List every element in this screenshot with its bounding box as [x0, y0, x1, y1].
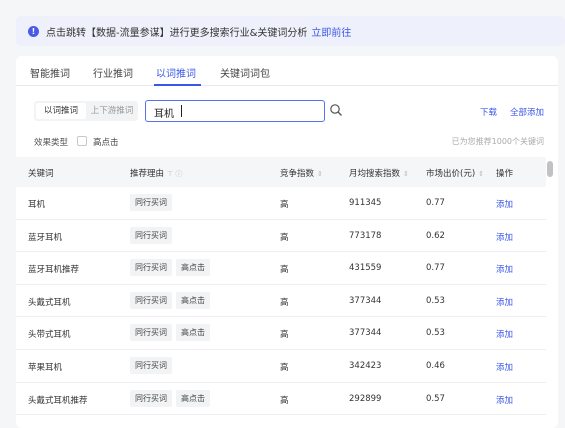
- mode-upstream-option[interactable]: 上下游推词: [88, 103, 136, 119]
- reason-tag: 同行买词: [130, 291, 172, 309]
- add-button[interactable]: 添加: [496, 394, 513, 406]
- col-search-index[interactable]: 月均搜索指数 ⇕: [349, 167, 409, 179]
- table-row: 蓝牙耳机 同行买词 高 773178 0.62 添加: [16, 220, 546, 253]
- high-click-checkbox[interactable]: [77, 136, 87, 146]
- reason-tag: 高点击: [176, 324, 210, 342]
- reason-tag: 同行买词: [130, 356, 172, 374]
- price-cell: 0.77: [426, 198, 445, 208]
- competition-cell: 高: [280, 232, 289, 243]
- price-cell: 0.46: [426, 360, 445, 371]
- price-cell: 0.57: [426, 393, 445, 404]
- mode-word-option[interactable]: 以词推词: [36, 103, 86, 119]
- table-row: 耳机 同行买词 高 911345 0.77 添加: [16, 187, 546, 220]
- info-icon: !: [28, 25, 39, 37]
- table-row: 头带式耳机 同行买词 高点击 高 377344 0.53 添加: [16, 317, 546, 350]
- table-row: 头戴式耳机推荐 同行买词 高点击 高 292899 0.57 添加: [16, 383, 546, 416]
- price-cell: 0.53: [426, 295, 445, 306]
- competition-cell: 高: [280, 265, 289, 276]
- search-index-cell: 377344: [349, 328, 382, 339]
- competition-cell: 高: [280, 395, 289, 406]
- add-button[interactable]: 添加: [496, 198, 513, 210]
- competition-cell: 高: [280, 362, 289, 373]
- reason-tag: 高点击: [176, 259, 210, 277]
- keyword-cell: 头戴式耳机推荐: [28, 395, 88, 406]
- competition-cell: 高: [280, 297, 289, 308]
- reason-tag: 高点击: [176, 291, 210, 309]
- notice-banner: ! 点击跳转【数据-流量参谋】进行更多搜索行业&关键词分析 立即前往: [16, 16, 565, 46]
- col-competition-label: 竞争指数: [280, 169, 315, 179]
- col-price-label: 市场出价(元): [426, 169, 476, 179]
- search-index-cell: 292899: [349, 393, 382, 404]
- col-search-index-label: 月均搜索指数: [349, 169, 401, 179]
- reason-tag: 同行买词: [130, 324, 172, 342]
- col-reason[interactable]: 推荐理由 ⊤ ⓘ: [130, 167, 182, 179]
- table-row: 头戴式耳机 同行买词 高点击 高 377344 0.53 添加: [16, 285, 546, 318]
- tab-industry-recommend[interactable]: 行业推词: [93, 65, 133, 80]
- price-cell: 0.77: [426, 263, 445, 274]
- download-button[interactable]: 下载: [480, 106, 497, 118]
- keyword-search-input[interactable]: 耳机: [145, 100, 325, 122]
- effect-type-label: 效果类型: [34, 138, 69, 148]
- add-button[interactable]: 添加: [496, 328, 513, 340]
- competition-cell: 高: [280, 200, 289, 210]
- high-click-label[interactable]: 高点击: [93, 136, 119, 148]
- tab-smart-recommend[interactable]: 智能推词: [30, 65, 70, 80]
- add-all-button[interactable]: 全部添加: [510, 106, 544, 118]
- search-icon[interactable]: [329, 103, 343, 117]
- tab-word-recommend[interactable]: 以词推词: [156, 65, 196, 80]
- notice-link[interactable]: 立即前往: [311, 24, 351, 39]
- tab-keyword-package[interactable]: 关键词词包: [220, 65, 270, 80]
- keyword-cell: 头戴式耳机: [28, 297, 71, 308]
- keyword-cell: 蓝牙耳机: [28, 232, 63, 243]
- active-tab-indicator: [154, 84, 201, 86]
- reason-tag: 同行买词: [130, 226, 172, 244]
- search-index-cell: 342423: [349, 360, 382, 371]
- col-price[interactable]: 市场出价(元) ⇕: [426, 167, 484, 179]
- recommend-count-note: 已为您推荐1000个关键词: [451, 137, 544, 146]
- add-button[interactable]: 添加: [496, 361, 513, 373]
- col-keyword: 关键词: [28, 169, 54, 179]
- competition-cell: 高: [280, 330, 289, 341]
- filter-icon[interactable]: ⊤ ⓘ: [167, 170, 182, 178]
- keyword-cell: 蓝牙耳机推荐: [28, 265, 80, 276]
- recommend-mode-switch: 以词推词 上下游推词: [34, 101, 138, 121]
- text-cursor: [181, 105, 182, 117]
- notice-text: 点击跳转【数据-流量参谋】进行更多搜索行业&关键词分析: [46, 27, 308, 39]
- sort-icon[interactable]: ⇕: [478, 170, 484, 178]
- col-competition[interactable]: 竞争指数 ⇕: [280, 167, 323, 179]
- reason-tag: 高点击: [176, 389, 210, 407]
- table-body: 耳机 同行买词高 911345 0.77 添加 蓝牙耳机 同行买词高 773178 0.62 添加…: [16, 187, 546, 416]
- table-row: 苹果耳机 同行买词 高 342423 0.46 添加: [16, 350, 546, 383]
- price-cell: 0.53: [426, 328, 445, 339]
- add-button[interactable]: 添加: [496, 263, 513, 275]
- reason-tag: 同行买词: [130, 259, 172, 277]
- add-button[interactable]: 添加: [496, 231, 513, 243]
- sort-icon[interactable]: ⇕: [317, 170, 323, 178]
- scrollbar-thumb[interactable]: [547, 161, 553, 177]
- search-index-cell: 377344: [349, 295, 382, 306]
- tab-bar: 智能推词 行业推词 以词推词 关键词词包: [16, 56, 558, 86]
- keyword-cell: 苹果耳机: [28, 362, 63, 373]
- keyword-cell: 耳机: [28, 200, 46, 210]
- search-index-cell: 773178: [349, 230, 382, 241]
- add-button[interactable]: 添加: [496, 296, 513, 308]
- keyword-cell: 头带式耳机: [28, 330, 71, 341]
- keyword-recommend-card: 智能推词 行业推词 以词推词 关键词词包 以词推词 上下游推词 耳机 下载 全部…: [16, 56, 558, 428]
- search-index-cell: 431559: [349, 263, 382, 274]
- table-header: 关键词 推荐理由 ⊤ ⓘ 竞争指数 ⇕ 月均搜索指数 ⇕ 市场出价(元) ⇕ 操作: [16, 157, 546, 187]
- search-input-value: 耳机: [154, 109, 174, 120]
- reason-tag: 同行买词: [130, 194, 172, 211]
- col-action: 操作: [496, 169, 514, 179]
- price-cell: 0.62: [426, 230, 445, 241]
- sort-icon[interactable]: ⇕: [403, 170, 409, 178]
- table-row: 蓝牙耳机推荐 同行买词 高点击 高 431559 0.77 添加: [16, 252, 546, 285]
- search-index-cell: 911345: [349, 198, 382, 208]
- col-reason-label: 推荐理由: [130, 169, 165, 179]
- reason-tag: 同行买词: [130, 389, 172, 407]
